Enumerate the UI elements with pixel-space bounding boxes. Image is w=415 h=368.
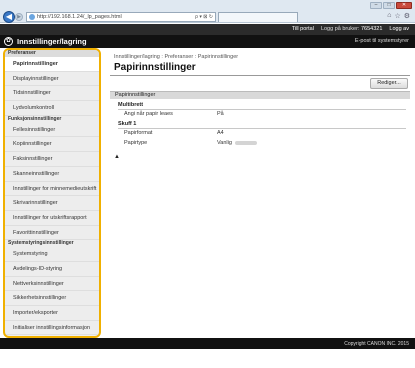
setting-value-paper-size: A4 bbox=[217, 130, 224, 136]
footer: Copyright CANON INC. 2015 bbox=[0, 338, 415, 349]
group-divider bbox=[118, 109, 406, 110]
back-arrow-icon[interactable]: ◀ bbox=[3, 11, 15, 23]
browser-toolbar: ⌂ ☆ ⚙ bbox=[387, 12, 410, 20]
page-title: Papirinnstillinger bbox=[114, 62, 196, 73]
copyright-text: Copyright CANON INC. 2015 bbox=[344, 341, 409, 347]
sidebar-heading-preferences: Preferanser bbox=[5, 50, 99, 57]
group-divider bbox=[118, 128, 406, 129]
forward-arrow-icon[interactable]: ▶ bbox=[15, 13, 23, 21]
sidebar-item-printer-settings[interactable]: Skrivarinnstillinger bbox=[5, 196, 99, 211]
main-content: Innstillinger/lagring : Preferanser : Pa… bbox=[110, 48, 410, 338]
portal-link[interactable]: Till portal bbox=[292, 26, 314, 32]
maximize-button[interactable]: □ bbox=[383, 2, 395, 9]
settings-panel-header: Papirinnstillinger bbox=[110, 91, 410, 99]
sidebar-item-paper-settings[interactable]: Papirinnstillinger bbox=[5, 57, 99, 72]
sidebar-item-copy-settings[interactable]: Kopiinnstillinger bbox=[5, 137, 99, 153]
sidebar-item-report-settings[interactable]: Innstillinger for utskriftsrapport bbox=[5, 211, 99, 226]
email-admin-link[interactable]: E-post til systemstyrer bbox=[355, 38, 409, 44]
sidebar-item-time-settings[interactable]: Tidsinnstillinger bbox=[5, 86, 99, 102]
address-controls[interactable]: ρ ▾ ⊠ ↻ bbox=[195, 13, 213, 21]
minimize-button[interactable]: – bbox=[370, 2, 382, 9]
home-icon[interactable]: ⌂ bbox=[387, 12, 391, 20]
sidebar-item-scan-settings[interactable]: Skanneinnstillinger bbox=[5, 167, 99, 182]
address-text: http://192.168.1.24/_lp_pages.html bbox=[37, 14, 122, 20]
header-title-bar: ✿ Innstillinger/lagring E-post til syste… bbox=[0, 35, 415, 48]
group-title-drawer-1: Skuff 1 bbox=[118, 121, 137, 127]
user-id: 7654321 bbox=[361, 26, 383, 32]
sidebar-item-import-export[interactable]: Importer/eksporter bbox=[5, 306, 99, 321]
sidebar: Preferanser Papirinnstillinger Displayin… bbox=[3, 48, 101, 338]
close-button[interactable]: ✕ bbox=[396, 2, 412, 9]
sidebar-heading-function-settings: Funksjonsinnstillinger bbox=[8, 115, 62, 122]
sidebar-item-memory-media-print[interactable]: Innstillinger for minnemedieutskrift bbox=[5, 182, 99, 197]
setting-label-paper-type: Papirtype bbox=[124, 140, 148, 146]
sidebar-item-display-settings[interactable]: Displayinnstillinger bbox=[5, 72, 99, 87]
setting-label-paper-size: Papirformat bbox=[124, 130, 153, 136]
setting-label-paper-loading: Angi når papir leaes bbox=[124, 111, 173, 117]
login-label: Logg på bruker: bbox=[320, 26, 360, 32]
sidebar-item-system-management[interactable]: Systemstyring bbox=[5, 247, 99, 262]
setting-value-paper-type: Vanlig bbox=[217, 140, 232, 146]
app-title: Innstillinger/lagring bbox=[17, 37, 87, 46]
sidebar-item-volume-control[interactable]: Lydvolumkontroll bbox=[5, 101, 99, 116]
window-controls: – □ ✕ bbox=[370, 2, 412, 9]
header-top-bar: Till portal Logg på bruker: 7654321 Logg… bbox=[0, 24, 415, 35]
sidebar-item-common-settings[interactable]: Fellesinnstillinger bbox=[5, 123, 99, 138]
favorites-star-icon[interactable]: ☆ bbox=[394, 12, 400, 20]
group-title-multibrett: Multibrett bbox=[118, 102, 144, 108]
back-to-top-icon[interactable]: ▲ bbox=[114, 154, 120, 160]
address-bar[interactable]: http://192.168.1.24/_lp_pages.html ρ ▾ ⊠… bbox=[26, 12, 216, 22]
settings-home-icon[interactable]: ✿ bbox=[4, 37, 13, 46]
sidebar-item-security-settings[interactable]: Sikkerhetsinnstillinger bbox=[5, 291, 99, 306]
setting-value-paper-type-wrap: Vanlig bbox=[217, 140, 257, 146]
breadcrumb: Innstillinger/lagring : Preferanser : Pa… bbox=[114, 54, 239, 60]
sidebar-item-department-id[interactable]: Avdelings-ID-styring bbox=[5, 262, 99, 277]
site-icon bbox=[29, 14, 35, 20]
title-divider bbox=[110, 75, 410, 76]
logout-link[interactable]: Logg av bbox=[389, 26, 409, 32]
blurred-detail bbox=[234, 140, 257, 145]
sidebar-heading-system-management: Systemstyringsinnstillinger bbox=[8, 240, 74, 247]
sidebar-item-fax-settings[interactable]: Faksinnstillinger bbox=[5, 152, 99, 167]
sidebar-item-favorite-settings[interactable]: Favorittinnstillinger bbox=[5, 226, 99, 241]
settings-gear-icon[interactable]: ⚙ bbox=[404, 12, 410, 20]
setting-value-paper-loading: På bbox=[217, 111, 224, 117]
sidebar-item-initialize-settings[interactable]: Initialiser innstillingsinformasjon bbox=[5, 321, 99, 336]
browser-chrome: – □ ✕ ◀ ▶ http://192.168.1.24/_lp_pages.… bbox=[0, 0, 415, 23]
edit-button[interactable]: Rediger... bbox=[370, 78, 408, 89]
sidebar-item-network-settings[interactable]: Nettverksinnstillinger bbox=[5, 277, 99, 292]
browser-tab[interactable] bbox=[218, 12, 298, 22]
